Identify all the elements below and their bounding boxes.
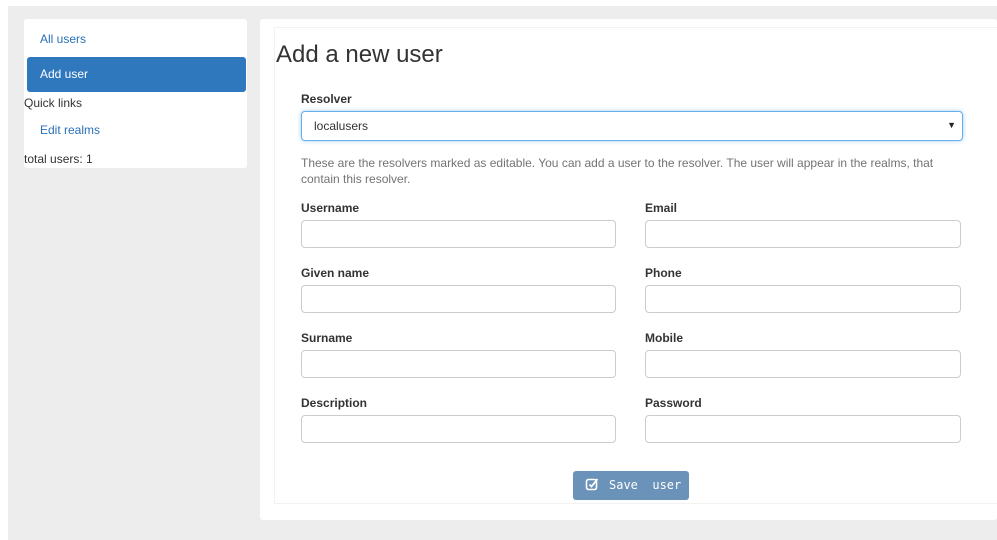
save-user-button[interactable]: Save user (573, 471, 689, 500)
phone-field[interactable] (645, 285, 961, 313)
sidebar-item-add-user[interactable]: Add user (27, 57, 246, 92)
sidebar-item-label: Add user (40, 67, 89, 81)
main-panel: Add a new user Resolver localusers ▼ The… (260, 19, 997, 520)
email-field[interactable] (645, 220, 961, 248)
resolver-selected-value: localusers (314, 119, 369, 133)
resolver-help-text: These are the resolvers marked as editab… (301, 156, 934, 186)
username-field[interactable] (301, 220, 616, 248)
save-button-label: Save user (609, 478, 682, 492)
chevron-down-icon: ▼ (947, 120, 956, 130)
sidebar-item-all-users[interactable]: All users (40, 32, 86, 46)
email-label: Email (645, 201, 678, 215)
given-name-label: Given name (301, 266, 370, 280)
phone-label: Phone (645, 266, 682, 280)
sidebar: All users Add user Quick links Edit real… (24, 19, 247, 168)
mobile-field[interactable] (645, 350, 961, 378)
given-name-field[interactable] (301, 285, 616, 313)
password-field[interactable] (645, 415, 961, 443)
description-field[interactable] (301, 415, 616, 443)
surname-label: Surname (301, 331, 353, 345)
left-edge (0, 0, 8, 540)
sidebar-item-edit-realms[interactable]: Edit realms (40, 123, 100, 137)
username-label: Username (301, 201, 360, 215)
top-edge (0, 0, 997, 6)
total-users-count: total users: 1 (24, 152, 93, 166)
surname-field[interactable] (301, 350, 616, 378)
edit-check-icon (585, 478, 599, 491)
description-label: Description (301, 396, 368, 410)
page-title: Add a new user (276, 41, 443, 68)
resolver-label: Resolver (301, 92, 352, 106)
password-label: Password (645, 396, 702, 410)
resolver-select[interactable]: localusers ▼ (301, 111, 963, 141)
quick-links-heading: Quick links (24, 96, 83, 110)
mobile-label: Mobile (645, 331, 683, 345)
